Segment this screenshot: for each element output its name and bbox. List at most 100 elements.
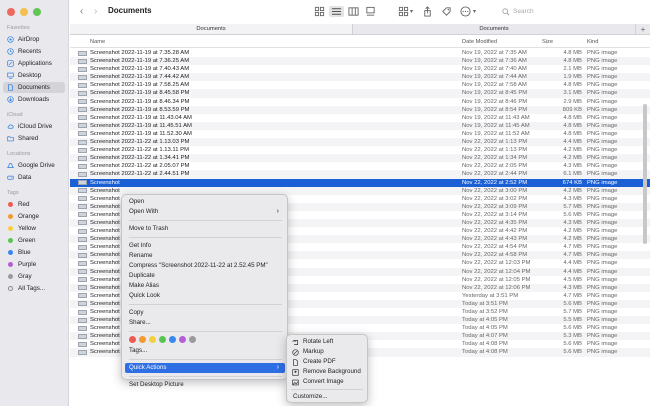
quick-action-markup[interactable]: Markup [291, 347, 365, 357]
sidebar-item-label: Google Drive [18, 162, 55, 169]
file-row[interactable]: Screenshot 2022-11-19 at 7.58.25 AM Nov 1… [70, 81, 650, 89]
sidebar-item-purple[interactable]: Purple [3, 259, 65, 270]
forward-button[interactable]: › [94, 6, 97, 17]
icon-view-icon[interactable] [314, 6, 325, 17]
sidebar-item-red[interactable]: Red [3, 199, 65, 210]
file-name: Screenshot [90, 252, 120, 259]
image-thumbnail-icon [78, 301, 87, 307]
tag-color-swatch[interactable] [129, 336, 136, 343]
file-size: 4.4 MB [563, 139, 582, 146]
sidebar-item-desktop[interactable]: Desktop [3, 70, 65, 81]
menu-item-copy[interactable]: Copy [125, 308, 285, 318]
file-row[interactable]: Screenshot 2022-11-19 at 11.45.51 AM Nov … [70, 121, 650, 130]
quick-action-label: Rotate Left [303, 338, 334, 345]
tag-color-swatch[interactable] [189, 336, 196, 343]
file-size: 4.3 MB [563, 163, 582, 170]
menu-item-move-to-trash[interactable]: Move to Trash [125, 224, 285, 234]
group-by-icon[interactable] [398, 6, 409, 17]
chevron-right-icon: › [276, 364, 279, 371]
column-date-modified[interactable]: Date Modified [462, 39, 497, 45]
more-actions-icon[interactable] [460, 6, 471, 17]
file-row[interactable]: Screenshot Nov 22, 2022 at 2:52 PM 674 KB P… [70, 178, 650, 187]
menu-item-make-alias[interactable]: Make Alias [125, 281, 285, 291]
chevron-down-icon[interactable]: ▾ [410, 6, 413, 17]
file-row[interactable]: Screenshot 2022-11-22 at 1.34.41 PM Nov 2… [70, 154, 650, 163]
zoom-button[interactable] [33, 8, 41, 16]
close-button[interactable] [7, 8, 15, 16]
sidebar-item-blue[interactable]: Blue [3, 247, 65, 258]
list-view-icon[interactable] [329, 6, 344, 17]
menu-item-get-info[interactable]: Get Info [125, 241, 285, 251]
menu-item-rename[interactable]: Rename [125, 251, 285, 261]
column-size[interactable]: Size [542, 39, 553, 45]
tab-documents-1[interactable]: Documents [70, 24, 353, 34]
sidebar-item-data[interactable]: Data [3, 172, 65, 183]
chevron-down-icon[interactable]: ▾ [473, 6, 476, 17]
file-row[interactable]: Screenshot 2022-11-22 at 1.13.11 PM Nov 2… [70, 146, 650, 154]
scrollbar[interactable] [643, 104, 647, 244]
sidebar-item-gray[interactable]: Gray [3, 271, 65, 282]
sidebar-item-icloud-drive[interactable]: iCloud Drive [3, 121, 65, 132]
sidebar-item-recents[interactable]: Recents [3, 46, 65, 57]
image-thumbnail-icon [78, 196, 87, 202]
tag-color-swatch[interactable] [139, 336, 146, 343]
column-name[interactable]: Name [90, 39, 105, 45]
new-tab-button[interactable]: + [636, 24, 650, 34]
tag-color-swatch[interactable] [169, 336, 176, 343]
quick-action-remove-background[interactable]: Remove Background [291, 367, 365, 377]
remove-background-icon [291, 368, 299, 376]
menu-item-tags[interactable]: Tags... [125, 346, 285, 356]
menu-item-compress-screenshot-2022-11-22[interactable]: Compress "Screenshot 2022-11-22 at 2.52.… [125, 261, 285, 271]
sidebar-item-shared[interactable]: Shared [3, 133, 65, 144]
column-view-icon[interactable] [348, 6, 359, 17]
sidebar-item-all-tags[interactable]: All Tags... [3, 283, 65, 294]
quick-action-convert-image[interactable]: Convert Image [291, 377, 365, 387]
quick-action-customize[interactable]: Customize... [291, 392, 365, 402]
file-row[interactable]: Screenshot 2022-11-19 at 7.44.42 AM Nov 1… [70, 73, 650, 82]
sidebar-item-green[interactable]: Green [3, 235, 65, 246]
quick-action-rotate-left[interactable]: Rotate Left [291, 337, 365, 347]
sidebar-item-documents[interactable]: Documents [3, 82, 65, 93]
menu-item-open-with[interactable]: Open With › [125, 207, 285, 217]
column-kind[interactable]: Kind [587, 39, 598, 45]
image-thumbnail-icon [78, 277, 87, 283]
file-row[interactable]: Screenshot 2022-11-19 at 7.36.25 AM Nov 1… [70, 57, 650, 66]
file-row[interactable]: Screenshot 2022-11-19 at 11.52.30 AM Nov … [70, 130, 650, 138]
sidebar-item-airdrop[interactable]: AirDrop [3, 34, 65, 45]
file-row[interactable]: Screenshot 2022-11-19 at 8.46.34 PM Nov 1… [70, 98, 650, 106]
image-thumbnail-icon [78, 317, 87, 323]
menu-item-set-desktop-picture[interactable]: Set Desktop Picture [125, 380, 285, 390]
menu-item-open[interactable]: Open [125, 197, 285, 207]
file-row[interactable]: Screenshot 2022-11-19 at 8.53.59 PM Nov 1… [70, 105, 650, 114]
sidebar-item-downloads[interactable]: Downloads [3, 94, 65, 105]
tag-color-swatch[interactable] [159, 336, 166, 343]
sidebar-item-orange[interactable]: Orange [3, 211, 65, 222]
tab-documents-2[interactable]: Documents [353, 24, 636, 34]
file-row[interactable]: Screenshot 2022-11-19 at 8.45.58 PM Nov 1… [70, 89, 650, 98]
menu-item-share[interactable]: Share... [125, 318, 285, 328]
sidebar-item-google-drive[interactable]: Google Drive [3, 160, 65, 171]
share-icon[interactable] [422, 6, 433, 17]
tag-icon[interactable] [441, 6, 452, 17]
menu-item-quick-look[interactable]: Quick Look [125, 291, 285, 301]
sidebar-item-applications[interactable]: Applications [3, 58, 65, 69]
back-button[interactable]: ‹ [80, 6, 83, 17]
file-row[interactable]: Screenshot 2022-11-19 at 7.40.43 AM Nov 1… [70, 65, 650, 73]
menu-item-quick-actions[interactable]: Quick Actions › [125, 363, 285, 373]
search-field[interactable]: Search [502, 5, 572, 18]
file-name: Screenshot [90, 300, 120, 307]
quick-action-create-pdf[interactable]: Create PDF [291, 357, 365, 367]
file-row[interactable]: Screenshot 2022-11-22 at 1.13.03 PM Nov 2… [70, 138, 650, 147]
file-size: 4.7 MB [563, 292, 582, 299]
menu-item-duplicate[interactable]: Duplicate [125, 271, 285, 281]
sidebar-item-yellow[interactable]: Yellow [3, 223, 65, 234]
file-row[interactable]: Screenshot 2022-11-19 at 11.43.04 AM Nov … [70, 114, 650, 122]
tag-color-swatch[interactable] [149, 336, 156, 343]
tag-color-swatch[interactable] [179, 336, 186, 343]
file-row[interactable]: Screenshot 2022-11-22 at 2.44.51 PM Nov 2… [70, 170, 650, 179]
gallery-view-icon[interactable] [365, 6, 376, 17]
file-row[interactable]: Screenshot 2022-11-19 at 7.35.28 AM Nov 1… [70, 49, 650, 57]
file-name: Screenshot 2022-11-19 at 7.58.25 AM [90, 82, 190, 89]
minimize-button[interactable] [20, 8, 28, 16]
file-row[interactable]: Screenshot 2022-11-22 at 2.05.07 PM Nov 2… [70, 162, 650, 170]
